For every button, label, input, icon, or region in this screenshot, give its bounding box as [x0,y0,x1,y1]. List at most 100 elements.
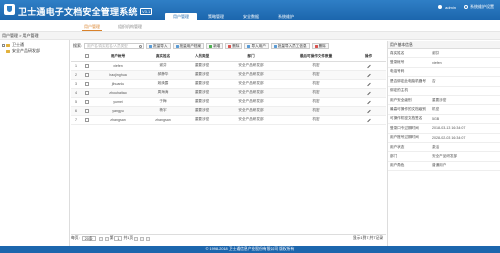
table-row[interactable]: 2 haojinghua 郝静华 重要涉密 安全产品研发部 机密 [71,70,386,80]
detail-key: 真实姓名 [390,50,405,55]
cell-max-level: 机密 [281,79,351,89]
cell-max-level: 机密 [281,106,351,116]
tree-node-label: 安全产品研发部 [12,48,40,53]
detail-row: 真实姓名 谢芬 [388,49,500,59]
topnav-policy-management[interactable]: 策略管理 [200,13,232,20]
next-page-button[interactable] [134,236,139,241]
cell-type: 重要涉密 [183,88,221,98]
page-number-input[interactable]: 1 [114,236,123,241]
current-user[interactable]: admin [445,5,456,10]
topnav-security-data[interactable]: 安全数据 [235,13,267,20]
row-checkbox[interactable] [81,115,93,125]
collapse-icon[interactable] [2,43,5,47]
remove-button[interactable]: 删除 [311,43,329,49]
detail-key: 用户账号过期时间 [390,135,419,140]
cell-dept: 安全产品研发部 [221,70,281,80]
cell-account: yumei [93,97,143,107]
detail-value: 2028-02-03 16:34:07 [432,135,466,140]
detail-value: 机密 [432,107,440,112]
table-row[interactable]: 4 zhouhaitao 周海涛 重要涉密 安全产品研发部 机密 [71,88,386,98]
topnav-system-maintenance[interactable]: 系统维护 [270,13,302,20]
close-icon [314,44,318,48]
search-input[interactable]: 用户名/真实姓名/人员类型 [84,43,145,49]
row-checkbox[interactable] [81,70,93,80]
prev-page-button[interactable] [104,236,109,241]
folder-icon [6,43,10,47]
cell-account: yangyu [93,106,143,116]
last-page-button[interactable] [140,236,145,241]
import-icon [273,44,277,48]
row-checkbox[interactable] [81,106,93,116]
per-page-select[interactable]: 20条 [81,236,96,241]
col-type[interactable]: 人员类型 [183,52,221,62]
bulk-profile-button[interactable]: 批量用户档案 [172,43,205,49]
search-icon[interactable] [139,45,143,48]
row-checkbox[interactable] [81,97,93,107]
detail-row: 部门 安全产品研发部 [388,152,500,162]
select-all-checkbox[interactable] [81,52,93,62]
gear-icon[interactable] [464,5,468,9]
detail-row: 登录口令过期时间 2018-03-13 16:34:07 [388,124,500,134]
row-checkbox[interactable] [81,79,93,89]
edit-pencil-icon[interactable] [351,61,386,71]
settings-link[interactable]: 系统维护设置 [470,4,494,10]
row-checkbox[interactable] [81,61,93,71]
row-number: 7 [71,115,81,125]
detail-value: xiefen [432,60,442,65]
edit-pencil-icon[interactable] [351,88,386,98]
col-max-level[interactable]: 最后可操作文件数量 [281,52,351,62]
user-table: 用户帐号 真实姓名 人员类型 部门 最后可操作文件数量 操作 1 xiefen 谢芬… [71,52,386,232]
detail-key: 可操作机密文档签名 [390,116,423,121]
edit-pencil-icon[interactable] [351,97,386,107]
user-detail-panel: 用户基本信息 真实姓名 谢芬 登录帐号 xiefen 电话号码 是否绑定此电脑机器号 否绑定… [387,41,500,246]
edit-pencil-icon[interactable] [351,106,386,116]
tree-node-child[interactable]: 安全产品研发部 [0,48,69,54]
app-title: 卫士通电子文档安全管理系统 [18,7,138,17]
add-button[interactable]: 新增 [206,43,224,49]
col-name[interactable]: 真实姓名 [143,52,183,62]
profile-icon [175,44,179,48]
first-page-button[interactable] [98,236,103,241]
table-row[interactable]: 1 xiefen 谢芬 重要涉密 安全产品研发部 机密 [71,61,386,71]
detail-value: 否 [432,78,436,83]
table-row[interactable]: 3 jihuanlu 姬焕露 重要涉密 安全产品研发部 机密 [71,79,386,89]
per-page-label: 每页: [71,236,80,240]
cell-type: 重要涉密 [183,79,221,89]
table-row[interactable]: 7 zhangsan zhangsan 重要涉密 安全产品研发部 机密 [71,115,386,125]
detail-row: 可操作机密文档签名 5GB [388,115,500,125]
tab-org-management[interactable]: 组织机构管理 [118,24,142,30]
col-dept[interactable]: 部门 [221,52,281,62]
breadcrumb: 用户管理 > 用户管理 [0,32,500,40]
shield-logo-icon [4,4,15,15]
user-icon [438,5,443,9]
detail-key: 用户角色 [390,163,405,168]
col-account[interactable]: 用户帐号 [93,52,143,62]
delete-button[interactable]: 删除 [225,43,243,49]
edit-pencil-icon[interactable] [351,115,386,125]
row-number: 1 [71,61,81,71]
plus-icon [209,44,213,48]
row-checkbox[interactable] [81,88,93,98]
detail-value: 激活 [432,144,440,149]
import-user-button[interactable]: 导入用户 [244,43,269,49]
bulk-import-staff-button[interactable]: 批量导入员工信息 [270,43,310,49]
button-label: 删除 [318,43,326,48]
detail-value: 谢芬 [432,50,440,55]
cell-dept: 安全产品研发部 [221,106,281,116]
detail-key: 登录口令过期时间 [390,125,419,130]
topnav-user-management[interactable]: 用户管理 [165,13,197,20]
edit-pencil-icon[interactable] [351,70,386,80]
refresh-icon[interactable] [146,236,151,241]
tab-user-management[interactable]: 用户管理 [82,24,102,31]
cell-dept: 安全产品研发部 [221,79,281,89]
detail-key: 用户安全级别 [390,97,412,102]
detail-row: 电话号码 [388,68,500,78]
table-row[interactable]: 5 yumei 于梅 重要涉密 安全产品研发部 机密 [71,97,386,107]
cell-type: 重要涉密 [183,61,221,71]
edit-pencil-icon[interactable] [351,79,386,89]
cell-account: jihuanlu [93,79,143,89]
cell-max-level: 机密 [281,88,351,98]
bulk-import-button[interactable]: 批量导入 [146,43,171,49]
detail-row: 用户账号过期时间 2028-02-03 16:34:07 [388,134,500,143]
table-row[interactable]: 6 yangyu 杨宇 重要涉密 安全产品研发部 机密 [71,106,386,116]
